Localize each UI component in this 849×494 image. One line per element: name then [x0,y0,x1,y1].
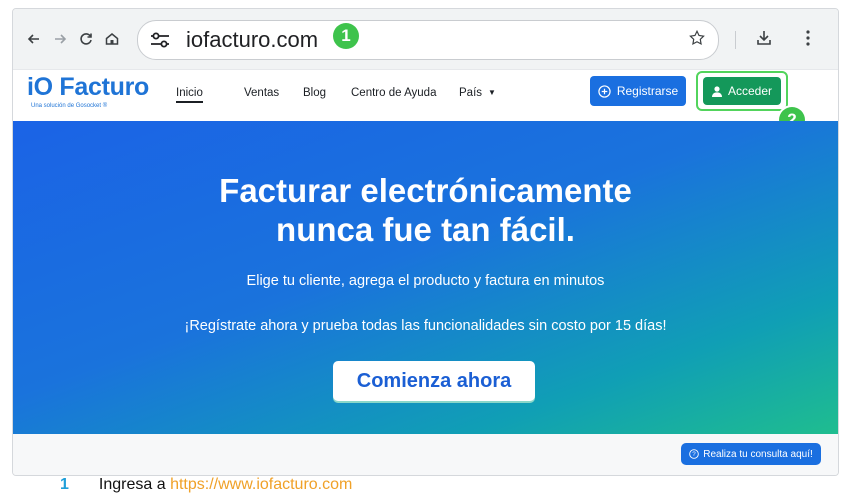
url-text: iofacturo.com [186,27,319,52]
caption-link[interactable]: https://www.iofacturo.com [170,476,352,493]
caret-down-icon: ▼ [488,88,496,97]
login-button[interactable]: Acceder [703,77,781,105]
hero-promo: ¡Regístrate ahora y prueba todas las fun… [184,318,667,334]
browser-toolbar: iofacturo.com 1 [13,9,838,69]
nav-ventas[interactable]: Ventas [244,87,279,99]
browser-window: iofacturo.com 1 iO Facturo Una solución … [12,8,839,476]
hero-title-line-1: Facturar electrónicamente [219,172,632,209]
nav-blog[interactable]: Blog [303,87,326,99]
start-now-button[interactable]: Comienza ahora [333,361,535,401]
register-button[interactable]: Registrarse [590,76,686,106]
hero-title-line-2: nunca fue tan fácil. [276,211,575,248]
nav-inicio[interactable]: Inicio [176,87,203,103]
bookmark-star-icon[interactable] [688,29,706,52]
step-badge-1: 1 [333,23,359,49]
hero-title: Facturar electrónicamente nunca fue tan … [13,171,838,249]
site-logo[interactable]: iO Facturo [27,73,149,101]
site-header: iO Facturo Una solución de Gosocket ® In… [13,69,838,133]
page-bottom: ? Realiza tu consulta aquí! [13,434,838,475]
caption-step-number: 1 [60,476,69,493]
chat-help-label: Realiza tu consulta aquí! [703,448,813,460]
toolbar-divider [735,31,736,49]
caption-text: Ingresa a [98,476,171,493]
instruction-caption: 1 Ingresa a https://www.iofacturo.com [60,476,352,494]
address-bar[interactable]: iofacturo.com [137,20,719,60]
hero-banner: Facturar electrónicamente nunca fue tan … [13,121,838,434]
chat-help-button[interactable]: ? Realiza tu consulta aquí! [681,443,821,465]
nav-pais-label: País [459,87,483,99]
hero-subtitle: Elige tu cliente, agrega el producto y f… [246,273,605,289]
site-settings-icon[interactable] [150,31,170,54]
login-label: Acceder [727,84,773,98]
question-circle-icon: ? [689,449,700,459]
svg-text:?: ? [692,451,696,458]
plus-circle-icon [598,84,611,98]
home-icon[interactable] [101,28,123,50]
download-icon[interactable] [754,28,774,53]
back-icon[interactable] [23,28,45,50]
reload-icon[interactable] [75,28,97,50]
more-menu-icon[interactable] [805,29,811,52]
forward-icon[interactable] [49,28,71,50]
user-icon [711,85,722,97]
nav-pais[interactable]: País ▼ [459,87,496,99]
register-label: Registrarse [616,84,679,98]
logo-tagline: Una solución de Gosocket ® [31,103,108,109]
nav-centro-de-ayuda[interactable]: Centro de Ayuda [351,87,436,99]
